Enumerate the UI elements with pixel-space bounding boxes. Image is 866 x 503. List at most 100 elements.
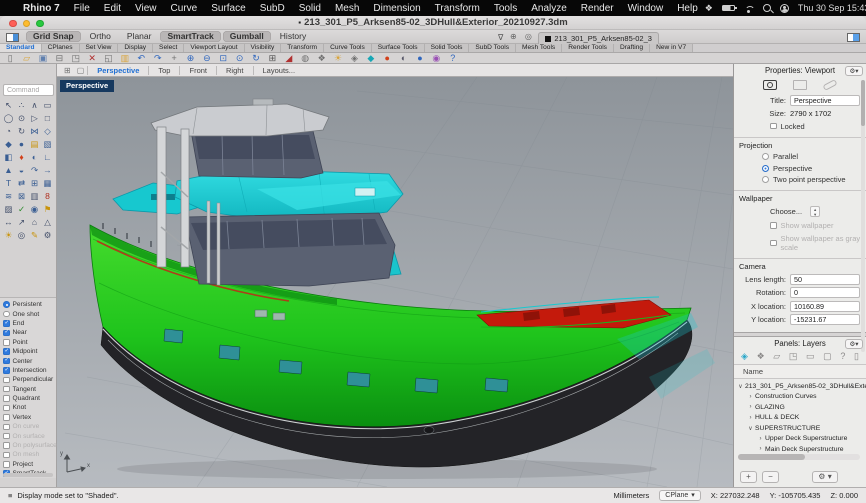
tool-icon[interactable]: →: [41, 164, 54, 176]
menu-item[interactable]: View: [128, 3, 164, 14]
toolbar-tab[interactable]: Curve Tools: [324, 44, 372, 52]
tool-icon[interactable]: ⇄: [15, 177, 28, 189]
wifi-icon[interactable]: [744, 5, 754, 12]
viewport-label[interactable]: Perspective: [60, 80, 114, 92]
panel-tab-icon[interactable]: ▱: [773, 351, 780, 362]
menu-item[interactable]: Window: [621, 3, 671, 14]
menu-item[interactable]: Tools: [487, 3, 524, 14]
tool-icon[interactable]: ▦: [41, 177, 54, 189]
tool-icon[interactable]: ▧: [41, 138, 54, 150]
osnap-checkbox[interactable]: Perpendicular: [0, 375, 56, 384]
toolbar-icon[interactable]: ▯: [2, 53, 18, 63]
tool-icon[interactable]: ◯: [2, 112, 15, 124]
tool-icon[interactable]: ⋈: [28, 125, 41, 137]
toolbar-icon[interactable]: ◳: [68, 53, 84, 63]
osnap-checkbox[interactable]: Point: [0, 338, 56, 347]
toolbar-icon[interactable]: ⊡: [215, 53, 231, 63]
osnap-checkbox[interactable]: Tangent: [0, 385, 56, 394]
toolbar-tab[interactable]: Viewport Layout: [184, 44, 244, 52]
tool-icon[interactable]: ⚑: [41, 203, 54, 215]
close-button[interactable]: [9, 20, 17, 28]
tool-icon[interactable]: ▷: [28, 112, 41, 124]
viewport-tab[interactable]: Perspective: [87, 66, 148, 75]
snap-toggle-button[interactable]: History: [273, 31, 313, 42]
material-icon[interactable]: [822, 79, 837, 91]
layers-name-column-header[interactable]: Name: [734, 364, 866, 379]
dropbox-icon[interactable]: ❖: [705, 3, 713, 14]
osnap-checkbox[interactable]: On polysurface: [0, 441, 56, 450]
osnap-checkbox[interactable]: End: [0, 319, 56, 328]
toolbar-tab[interactable]: Render Tools: [562, 44, 614, 52]
wallpaper-checkbox[interactable]: Show wallpaper as gray scale: [770, 234, 866, 252]
layer-row[interactable]: › GLAZING: [734, 402, 866, 413]
toolbar-icon[interactable]: ▣: [35, 53, 51, 63]
tool-icon[interactable]: ▭: [41, 99, 54, 111]
menu-item[interactable]: Dimension: [366, 3, 427, 14]
toolbar-icon[interactable]: ▥: [117, 53, 133, 63]
viewport-tab[interactable]: Front: [179, 66, 216, 75]
toolbar-icon[interactable]: ◢: [281, 53, 297, 63]
menu-item[interactable]: Edit: [97, 3, 128, 14]
tool-icon[interactable]: ◒: [15, 164, 28, 176]
tool-icon[interactable]: ∴: [15, 99, 28, 111]
blank-view-icon[interactable]: ▢: [77, 66, 85, 75]
units-label[interactable]: Millimeters: [613, 491, 649, 500]
toolbar-tab[interactable]: Transform: [281, 44, 324, 52]
menu-item[interactable]: Solid: [292, 3, 328, 14]
toolbar-tab[interactable]: Display: [118, 44, 153, 52]
layers-gear-button[interactable]: ⚙▾: [845, 339, 863, 349]
menu-item[interactable]: Mesh: [328, 3, 366, 14]
cplane-dropdown[interactable]: CPlane▾: [659, 490, 700, 501]
menu-item[interactable]: Analyze: [524, 3, 574, 14]
tool-icon[interactable]: □: [41, 112, 54, 124]
tool-icon[interactable]: ◉: [28, 203, 41, 215]
osnap-checkbox[interactable]: Project: [0, 460, 56, 469]
tool-icon[interactable]: △: [41, 216, 54, 228]
tool-icon[interactable]: ⌂: [28, 216, 41, 228]
tool-icon[interactable]: ∟: [41, 151, 54, 163]
layers-horizontal-scrollbar[interactable]: [738, 454, 860, 460]
tool-icon[interactable]: ◇: [41, 125, 54, 137]
add-tab-button[interactable]: ⊕: [508, 32, 518, 42]
tool-icon[interactable]: ↗: [15, 216, 28, 228]
camera-field-input[interactable]: [790, 287, 860, 298]
osnap-checkbox[interactable]: Midpoint: [0, 347, 56, 356]
toolbar-icon[interactable]: ⊞: [264, 53, 280, 63]
disclosure-icon[interactable]: ›: [756, 436, 765, 442]
toolbar-tab[interactable]: Surface Tools: [372, 44, 425, 52]
tool-icon[interactable]: T: [2, 177, 15, 189]
disclosure-icon[interactable]: ›: [756, 446, 765, 452]
filter-icon[interactable]: ∇: [498, 33, 503, 42]
disclosure-icon[interactable]: ›: [746, 404, 755, 410]
toolbar-icon[interactable]: ◉: [428, 53, 444, 63]
tool-icon[interactable]: ⊞: [28, 177, 41, 189]
toolbar-tab[interactable]: Visibility: [245, 44, 282, 52]
menu-item[interactable]: Help: [670, 3, 705, 14]
snap-toggle-button[interactable]: SmartTrack: [160, 31, 220, 42]
disclosure-icon[interactable]: ›: [746, 394, 755, 400]
viewport-tab[interactable]: Right: [216, 66, 253, 75]
projection-radio[interactable]: Parallel: [762, 152, 866, 161]
layer-row[interactable]: › Upper Deck Superstructure: [734, 434, 866, 445]
toolbar-icon[interactable]: ❖: [313, 53, 329, 63]
toolbar-icon[interactable]: ◱: [100, 53, 116, 63]
toolbar-icon[interactable]: ↻: [248, 53, 264, 63]
panel-tab-icon[interactable]: ?: [840, 351, 845, 362]
snap-toggle-button[interactable]: Ortho: [83, 31, 118, 42]
osnap-checkbox[interactable]: Knot: [0, 403, 56, 412]
tool-icon[interactable]: ∧: [28, 99, 41, 111]
layer-row[interactable]: ∨ 213_301_P5_Arksen85-02_3DHull&Exterior…: [734, 381, 866, 392]
sidebar-scrollbar[interactable]: [3, 473, 53, 477]
user-account-icon[interactable]: [780, 4, 789, 13]
osnap-checkbox[interactable]: Vertex: [0, 413, 56, 422]
osnap-checkbox[interactable]: On surface: [0, 431, 56, 440]
layer-row[interactable]: › HULL & DECK: [734, 413, 866, 424]
camera-field-input[interactable]: [790, 301, 860, 312]
menu-item[interactable]: Render: [574, 3, 621, 14]
menu-item[interactable]: Curve: [164, 3, 205, 14]
wallpaper-checkbox[interactable]: Show wallpaper: [770, 221, 866, 230]
panel-scrollbar[interactable]: [861, 80, 865, 352]
layer-options-button[interactable]: ⚙ ▾: [812, 471, 838, 483]
tool-icon[interactable]: ◎: [15, 229, 28, 241]
tool-icon[interactable]: ↖: [2, 99, 15, 111]
